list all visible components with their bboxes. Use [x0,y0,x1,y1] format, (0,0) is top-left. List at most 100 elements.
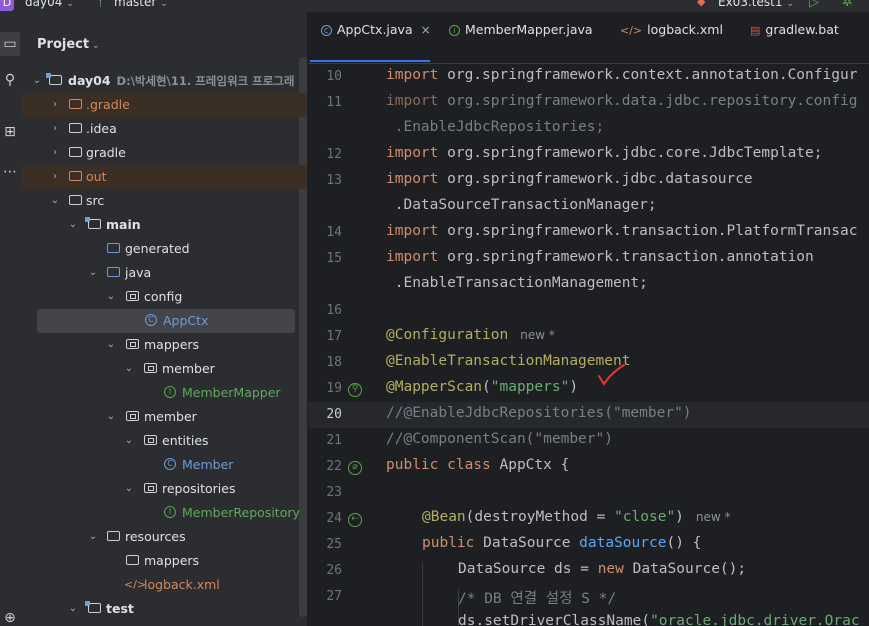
tree-item-logback[interactable]: </> logback.xml [22,573,307,597]
tree-item-resources[interactable]: ⌄ resources [22,525,307,549]
chevron-down-icon[interactable]: ⌄ [124,477,134,501]
tree-label: src [86,193,105,208]
package-icon [126,339,139,349]
comment: //@ComponentScan("member") [386,431,613,447]
paren: ( [482,379,491,395]
tree-item-appctx[interactable]: C AppCtx [37,309,295,333]
tree-label: .gradle [86,97,130,112]
tree-item-generated[interactable]: generated [22,237,307,261]
tab-membermapper[interactable]: I MemberMapper.java [449,22,593,37]
tree-item-member[interactable]: ⌄ member [22,405,307,429]
script-file-icon: ▤ [750,24,761,37]
commit-icon[interactable]: ⚲ [0,72,20,88]
tree-item-resources-mappers[interactable]: mappers [22,549,307,573]
code-line-13-wrap: .DataSourceTransactionManager; [386,197,657,213]
terminal-icon[interactable]: ⊕ [0,610,20,626]
more-tools-icon[interactable]: ⋯ [0,164,20,180]
line-number: 18 [326,355,342,370]
keyword: import [386,145,439,161]
chevron-down-icon[interactable]: ⌄ [68,213,78,237]
branch-switcher[interactable]: master ⌄ [114,0,168,9]
tree-item-repositories[interactable]: ⌄ repositories [22,477,307,501]
git-branch-icon: ᛘ [97,0,104,9]
tree-item-memberrepository[interactable]: I MemberRepository [22,501,307,525]
code-line-10: import org.springframework.context.annot… [386,67,857,83]
tree-item-out[interactable]: › out [22,165,307,189]
package-icon [144,435,157,445]
method-rest: () { [666,535,702,551]
tree-item-src[interactable]: ⌄ src [22,189,307,213]
package-path: org.springframework.jdbc.datasource [438,171,753,187]
chevron-down-icon[interactable]: ⌄ [68,597,78,621]
bean-gutter-icon[interactable]: ⌀ [348,461,362,475]
package-icon [126,411,139,421]
interface-icon: I [164,506,176,518]
chevron-down-icon[interactable]: ⌄ [124,429,134,453]
code-line-12: import org.springframework.jdbc.core.Jdb… [386,145,823,161]
tree-item-config[interactable]: ⌄ config [22,285,307,309]
chevron-down-icon[interactable]: ⌄ [124,357,134,381]
package-icon [144,483,157,493]
tree-item-entities[interactable]: ⌄ entities [22,429,307,453]
code-editor[interactable]: import org.springframework.context.annot… [378,63,869,626]
run-config-selector[interactable]: Ex03.test1 ⌄ [718,0,794,9]
tree-item-day04[interactable]: ⌄ day04 D:\박세현\11. 프레임워크 프로그래 [22,69,307,93]
tab-gradlew[interactable]: ▤ gradlew.bat [750,22,839,37]
chevron-down-icon[interactable]: ⌄ [106,285,116,309]
project-badge[interactable]: D [0,0,14,11]
chevron-right-icon[interactable]: › [50,165,60,189]
tree-item-main[interactable]: ⌄ main [22,213,307,237]
structure-icon[interactable]: ⊞ [0,124,20,140]
run-button[interactable]: ▷ [809,0,819,10]
tab-appctx[interactable]: C AppCtx.java × [321,22,431,37]
tree-item-membermapper[interactable]: I MemberMapper [22,381,307,405]
run-config-icon: ◆ [697,0,706,8]
code-line-24: @Bean(destroyMethod = "close") new * [422,509,731,525]
chevron-down-icon[interactable]: ⌄ [50,189,60,213]
chevron-down-icon[interactable]: ⌄ [88,261,98,285]
tree-item-member-class[interactable]: C Member [22,453,307,477]
line-number: 25 [326,537,342,552]
close-icon[interactable]: × [421,23,431,37]
chevron-right-icon[interactable]: › [50,93,60,117]
tree-item-test[interactable]: ⌄ test [22,597,307,621]
tree-item-java[interactable]: ⌄ java [22,261,307,285]
line-number: 24 [326,511,342,526]
tree-label: member [162,361,215,376]
chevron-down-icon[interactable]: ⌄ [106,333,116,357]
chevron-right-icon[interactable]: › [50,117,60,141]
tree-item-mappers-member[interactable]: ⌄ member [22,357,307,381]
chevron-down-icon[interactable]: ⌄ [88,525,98,549]
project-folder-icon[interactable]: ▭ [0,32,20,56]
string-literal: "oracle.jdbc.driver.Orac [650,613,860,626]
chevron-right-icon[interactable]: › [50,141,60,165]
line-number: 23 [326,485,342,500]
tree-label: repositories [162,481,236,496]
bean-gutter-icon[interactable]: ⇠ [348,513,362,527]
project-panel-header[interactable]: Project ⌄ [37,37,100,52]
tree-label: AppCtx [163,313,209,328]
code-line-11-wrap: .EnableJdbcRepositories; [386,119,605,135]
source-folder-icon [107,267,120,277]
tree-item-idea[interactable]: › .idea [22,117,307,141]
folder-icon [126,555,139,565]
code-line-15-wrap: .EnableTransactionManagement; [386,275,648,291]
tree-label: day04 [68,73,111,88]
string-literal: "mappers" [490,379,570,395]
tree-label: mappers [144,553,200,568]
tree-item-gradle-cache[interactable]: › .gradle [22,93,307,117]
line-number: 15 [326,251,342,266]
tree-item-mappers[interactable]: ⌄ mappers [22,333,307,357]
chevron-down-icon[interactable]: ⌄ [32,69,42,93]
paren: ) [569,379,579,395]
tab-logback[interactable]: </> logback.xml [620,22,723,37]
project-switcher[interactable]: day04 ⌄ [25,0,74,9]
debug-button[interactable]: ✲ [842,0,853,10]
string-literal: "close" [614,509,676,525]
bean-gutter-icon[interactable]: ⚲ [348,383,362,397]
tree-item-gradle[interactable]: › gradle [22,141,307,165]
active-tab-indicator [310,60,430,62]
chevron-down-icon[interactable]: ⌄ [106,405,116,429]
line-number: 17 [326,329,342,344]
code-line-22: public class AppCtx { [386,457,569,473]
